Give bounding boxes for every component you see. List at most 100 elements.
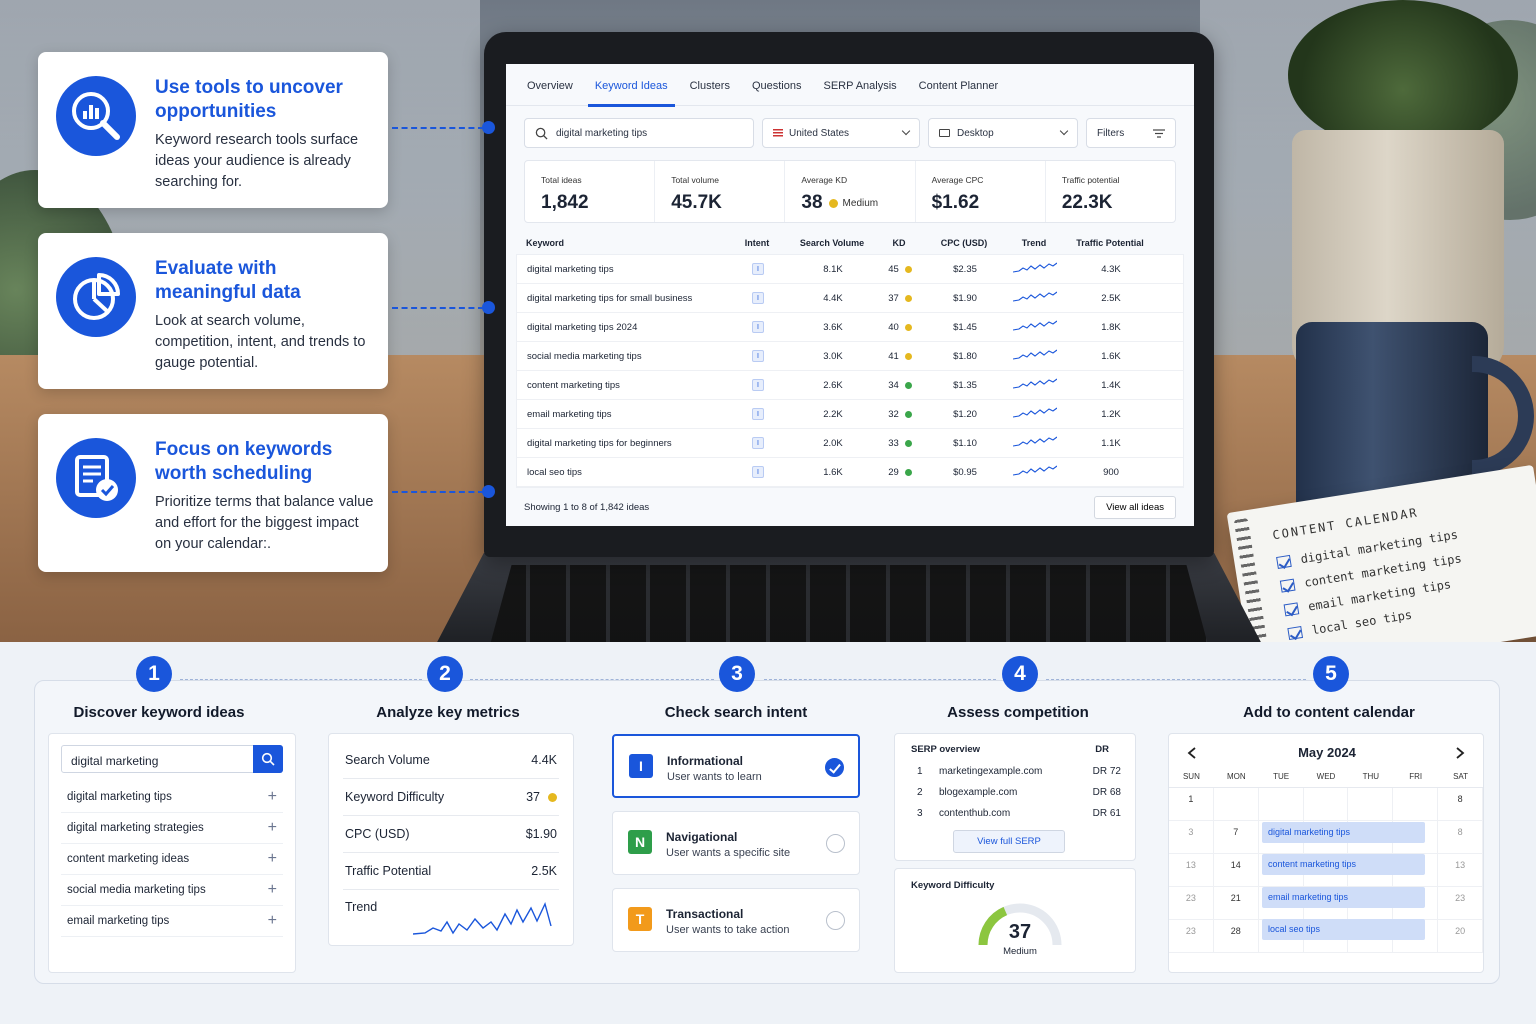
keyword-cell[interactable]: digital marketing tips for beginners (527, 438, 727, 449)
calendar-day[interactable] (1213, 788, 1259, 821)
keyword-cell[interactable]: digital marketing tips (527, 264, 727, 275)
calendar-day[interactable]: 3 (1169, 821, 1214, 854)
keyword-cell[interactable]: email marketing tips (527, 409, 727, 420)
tab-clusters[interactable]: Clusters (679, 64, 741, 106)
col-trend[interactable]: Trend (1006, 238, 1062, 248)
list-item[interactable]: content marketing ideas + (61, 844, 283, 875)
filter-bar: digital marketing tips United States Des… (524, 118, 1176, 148)
col-intent[interactable]: Intent (726, 238, 788, 248)
calendar-day[interactable] (1348, 788, 1394, 821)
add-icon[interactable]: + (268, 819, 277, 837)
calendar-day[interactable]: 13 (1438, 854, 1483, 887)
step-title: Analyze key metrics (376, 704, 520, 721)
callout-title: Focus on keywords worth scheduling (155, 439, 333, 484)
traffic-potential-cell: 1.6K (1101, 350, 1121, 362)
volume-cell: 3.6K (823, 321, 843, 333)
discover-search-input[interactable]: digital marketing (61, 745, 283, 773)
table-row[interactable]: local seo tips I 1.6K 29 $0.95 900 (517, 458, 1183, 487)
calendar-day[interactable]: 28 (1213, 920, 1259, 953)
add-icon[interactable]: + (268, 912, 277, 930)
discover-card: digital marketing digital marketing tips… (48, 733, 296, 973)
calendar-day[interactable]: 1 (1169, 788, 1214, 821)
intent-badge: I (752, 437, 764, 449)
list-item[interactable]: social media marketing tips + (61, 875, 283, 906)
table-row[interactable]: digital marketing tips 2024 I 3.6K 40 $1… (517, 313, 1183, 342)
keyword-search-input[interactable]: digital marketing tips (524, 118, 754, 148)
country-select[interactable]: United States (762, 118, 920, 148)
step-2-badge: 2 (427, 656, 463, 692)
search-button[interactable] (253, 745, 283, 773)
col-kd[interactable]: KD (876, 238, 922, 248)
selected-check-icon[interactable] (825, 758, 844, 777)
calendar-day[interactable]: 7 (1213, 821, 1259, 854)
difficulty-dot (904, 352, 912, 360)
table-row[interactable]: email marketing tips I 2.2K 32 $1.20 1.2… (517, 400, 1183, 429)
serp-row[interactable]: 1 marketingexample.com DR 72 (911, 766, 1121, 777)
calendar-day[interactable]: 8 (1438, 821, 1483, 854)
intent-transactional[interactable]: T Transactional User wants to take actio… (612, 888, 860, 952)
filters-button[interactable]: Filters (1086, 118, 1176, 148)
difficulty-dot (828, 198, 838, 208)
calendar-day[interactable] (1258, 788, 1304, 821)
radio-button[interactable] (826, 834, 845, 853)
table-row[interactable]: content marketing tips I 2.6K 34 $1.35 1… (517, 371, 1183, 400)
intent-informational[interactable]: I Informational User wants to learn (612, 734, 860, 798)
col-traffic-potential[interactable]: Traffic Potential (1062, 238, 1158, 248)
checkbox-icon (1279, 578, 1296, 593)
calendar-event[interactable]: email marketing tips (1262, 887, 1425, 908)
add-icon[interactable]: + (268, 788, 277, 806)
add-icon[interactable]: + (268, 850, 277, 868)
intent-letter: N (628, 830, 652, 854)
chevron-right-icon[interactable] (1455, 747, 1465, 759)
col-keyword[interactable]: Keyword (526, 238, 726, 248)
serp-row[interactable]: 3 contenthub.com DR 61 (911, 808, 1121, 819)
keyword-difficulty-card: Keyword Difficulty 37 Medium (894, 868, 1136, 973)
keyword-cell[interactable]: social media marketing tips (527, 351, 727, 362)
calendar-event[interactable]: digital marketing tips (1262, 822, 1425, 843)
table-row[interactable]: digital marketing tips for beginners I 2… (517, 429, 1183, 458)
calendar-event[interactable]: content marketing tips (1262, 854, 1425, 875)
serp-row[interactable]: 2 blogexample.com DR 68 (911, 787, 1121, 798)
radio-button[interactable] (826, 911, 845, 930)
calendar-day[interactable]: 13 (1169, 854, 1214, 887)
intent-navigational[interactable]: N Navigational User wants a specific sit… (612, 811, 860, 875)
device-select[interactable]: Desktop (928, 118, 1078, 148)
view-full-serp-button[interactable]: View full SERP (953, 830, 1065, 853)
table-row[interactable]: digital marketing tips for small busines… (517, 284, 1183, 313)
tab-serp-analysis[interactable]: SERP Analysis (812, 64, 907, 106)
calendar-day[interactable]: 8 (1438, 788, 1483, 821)
add-icon[interactable]: + (268, 881, 277, 899)
calendar-day[interactable]: 23 (1169, 887, 1214, 920)
col-search-volume[interactable]: Search Volume (788, 238, 876, 248)
keyword-cell[interactable]: digital marketing tips 2024 (527, 322, 727, 333)
tab-content-planner[interactable]: Content Planner (908, 64, 1010, 106)
keyword-cell[interactable]: local seo tips (527, 467, 727, 478)
calendar-day[interactable] (1393, 788, 1439, 821)
kd-cell: 45 (877, 264, 923, 275)
calendar-day[interactable]: 21 (1213, 887, 1259, 920)
calendar-event[interactable]: local seo tips (1262, 919, 1425, 940)
calendar-day[interactable]: 14 (1213, 854, 1259, 887)
list-item[interactable]: email marketing tips + (61, 906, 283, 937)
kd-cell: 40 (877, 322, 923, 333)
calendar-day[interactable]: 23 (1438, 887, 1483, 920)
tab-overview[interactable]: Overview (516, 64, 584, 106)
table-row[interactable]: digital marketing tips I 8.1K 45 $2.35 4… (517, 255, 1183, 284)
cpc-cell: $0.95 (953, 466, 977, 478)
col-cpc[interactable]: CPC (USD) (922, 238, 1006, 248)
table-row[interactable]: social media marketing tips I 3.0K 41 $1… (517, 342, 1183, 371)
tab-questions[interactable]: Questions (741, 64, 813, 106)
calendar-day[interactable]: 23 (1169, 920, 1214, 953)
tab-keyword-ideas[interactable]: Keyword Ideas (584, 64, 679, 107)
keyword-cell[interactable]: content marketing tips (527, 380, 727, 391)
view-all-ideas-button[interactable]: View all ideas (1094, 496, 1176, 519)
list-item[interactable]: digital marketing strategies + (61, 813, 283, 844)
calendar-day[interactable] (1303, 788, 1349, 821)
cpc-cell: $2.35 (953, 263, 977, 275)
callout-evaluate-data: Evaluate with meaningful data Look at se… (38, 233, 388, 389)
calendar-day[interactable]: 20 (1438, 920, 1483, 953)
connector-line (392, 491, 484, 493)
keyword-cell[interactable]: digital marketing tips for small busines… (527, 293, 727, 304)
calendar-day-header: TUE (1258, 772, 1304, 788)
list-item[interactable]: digital marketing tips + (61, 782, 283, 813)
